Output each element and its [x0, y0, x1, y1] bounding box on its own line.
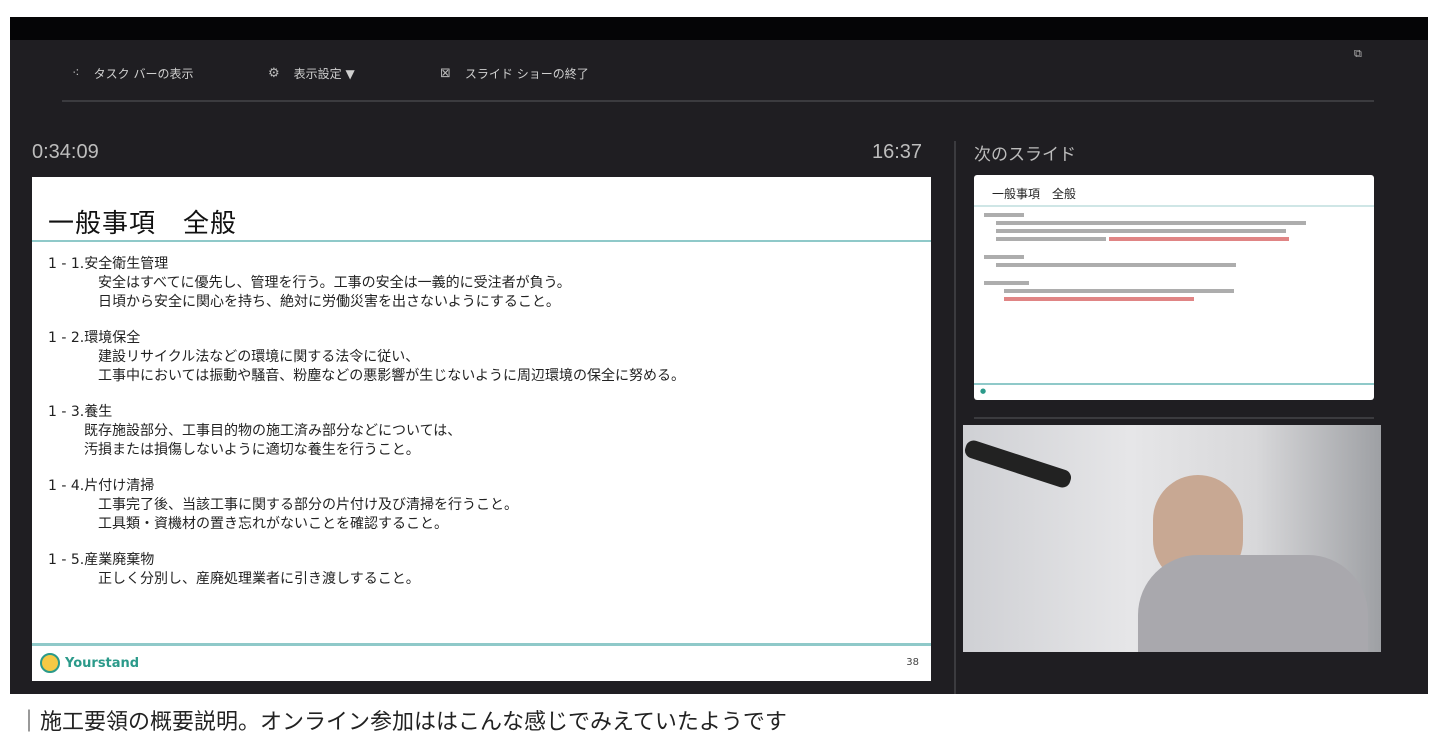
text-line	[1004, 297, 1194, 301]
toolbar-divider	[62, 100, 1374, 102]
title-rule	[32, 240, 931, 242]
clock: 16:37	[872, 141, 923, 163]
end-slideshow-label: スライド ショーの終了	[464, 67, 589, 81]
text-line	[996, 263, 1236, 267]
page-number: 38	[906, 657, 919, 668]
slide-title: 一般事項 全般	[48, 209, 238, 239]
item-line: 工事中においては振動や騒音、粉塵などの悪影響が生じないように周辺環境の保全に努め…	[98, 368, 686, 384]
item-line: 建設リサイクル法などの環境に関する法令に従い、	[98, 349, 420, 365]
logo: Yourstand	[40, 653, 139, 673]
next-slide-logo: ●	[980, 387, 987, 395]
item-line: 工事完了後、当該工事に関する部分の片付け及び清掃を行うこと。	[98, 497, 518, 513]
text-line	[996, 229, 1286, 233]
text-line	[996, 237, 1106, 241]
taskbar-icon: ⁖	[72, 66, 80, 81]
text-line	[996, 221, 1306, 225]
display-settings-label: 表示設定 ▼	[293, 67, 355, 81]
show-taskbar-button[interactable]: ⁖ タスク バーの表示	[72, 65, 193, 82]
presenter-view: ⁖ タスク バーの表示 ⚙ 表示設定 ▼ ⊠ スライド ショーの終了 ⧉ 0:34:0…	[10, 17, 1428, 694]
slide-item: 1 - 1.安全衛生管理安全はすべてに優先し、管理を行う。工事の安全は一義的に受…	[48, 255, 685, 312]
display-settings-icon: ⚙	[268, 66, 280, 81]
slide-item: 1 - 2.環境保全建設リサイクル法などの環境に関する法令に従い、工事中において…	[48, 329, 685, 386]
item-line: 日頃から安全に関心を持ち、絶対に労働災害を出さないようにすること。	[98, 294, 560, 310]
next-slide-label: 次のスライド	[974, 145, 1076, 165]
display-settings-button[interactable]: ⚙ 表示設定 ▼	[268, 65, 355, 82]
top-bar	[10, 17, 1428, 40]
microphone	[963, 438, 1074, 490]
slide-items: 1 - 1.安全衛生管理安全はすべてに優先し、管理を行う。工事の安全は一義的に受…	[48, 255, 685, 606]
restore-window-icon[interactable]: ⧉	[1354, 47, 1362, 61]
current-slide: 一般事項 全般 1 - 1.安全衛生管理安全はすべてに優先し、管理を行う。工事の…	[32, 177, 931, 681]
logo-icon	[40, 653, 60, 673]
logo-text: Yourstand	[65, 655, 140, 671]
slide-item: 1 - 4.片付け清掃工事完了後、当該工事に関する部分の片付け及び清掃を行うこと…	[48, 477, 685, 534]
item-heading: 1 - 1.安全衛生管理	[48, 256, 169, 272]
slide-item: 1 - 5.産業廃棄物正しく分別し、産廃処理業者に引き渡しすること。	[48, 551, 685, 589]
footer-rule	[974, 383, 1374, 385]
item-heading: 1 - 3.養生	[48, 404, 113, 420]
show-taskbar-label: タスク バーの表示	[93, 67, 194, 81]
text-line	[984, 255, 1024, 259]
text-line	[984, 281, 1029, 285]
item-line: 正しく分別し、産廃処理業者に引き渡しすること。	[98, 571, 420, 587]
item-line: 汚損または損傷しないように適切な養生を行うこと。	[84, 442, 420, 458]
item-line: 既存施設部分、工事目的物の施工済み部分などについては、	[84, 423, 462, 439]
item-heading: 1 - 5.産業廃棄物	[48, 552, 155, 568]
end-slideshow-icon: ⊠	[440, 66, 451, 81]
item-line: 安全はすべてに優先し、管理を行う。工事の安全は一義的に受注者が負う。	[98, 275, 571, 291]
pane-divider[interactable]	[954, 141, 956, 694]
slide-item: 1 - 3.養生既存施設部分、工事目的物の施工済み部分などについては、 汚損または…	[48, 403, 685, 460]
title-rule	[974, 205, 1374, 207]
person-body	[1138, 555, 1368, 652]
footer-rule	[32, 643, 931, 646]
item-line: 工具類・資機材の置き忘れがないことを確認すること。	[98, 516, 448, 532]
end-slideshow-button[interactable]: ⊠ スライド ショーの終了	[440, 65, 589, 82]
next-slide-preview[interactable]: 一般事項 全般 ●	[974, 175, 1374, 400]
next-slide-title: 一般事項 全般	[992, 187, 1077, 201]
camera-video	[963, 425, 1381, 652]
text-line	[984, 213, 1024, 217]
caption: ｜施工要領の概要説明。オンライン参加ははこんな感じでみえていたようです	[18, 710, 787, 735]
item-heading: 1 - 2.環境保全	[48, 330, 141, 346]
text-line	[1109, 237, 1289, 241]
item-heading: 1 - 4.片付け清掃	[48, 478, 155, 494]
text-line	[1004, 289, 1234, 293]
elapsed-timer: 0:34:09	[32, 141, 99, 163]
preview-divider	[974, 417, 1374, 419]
